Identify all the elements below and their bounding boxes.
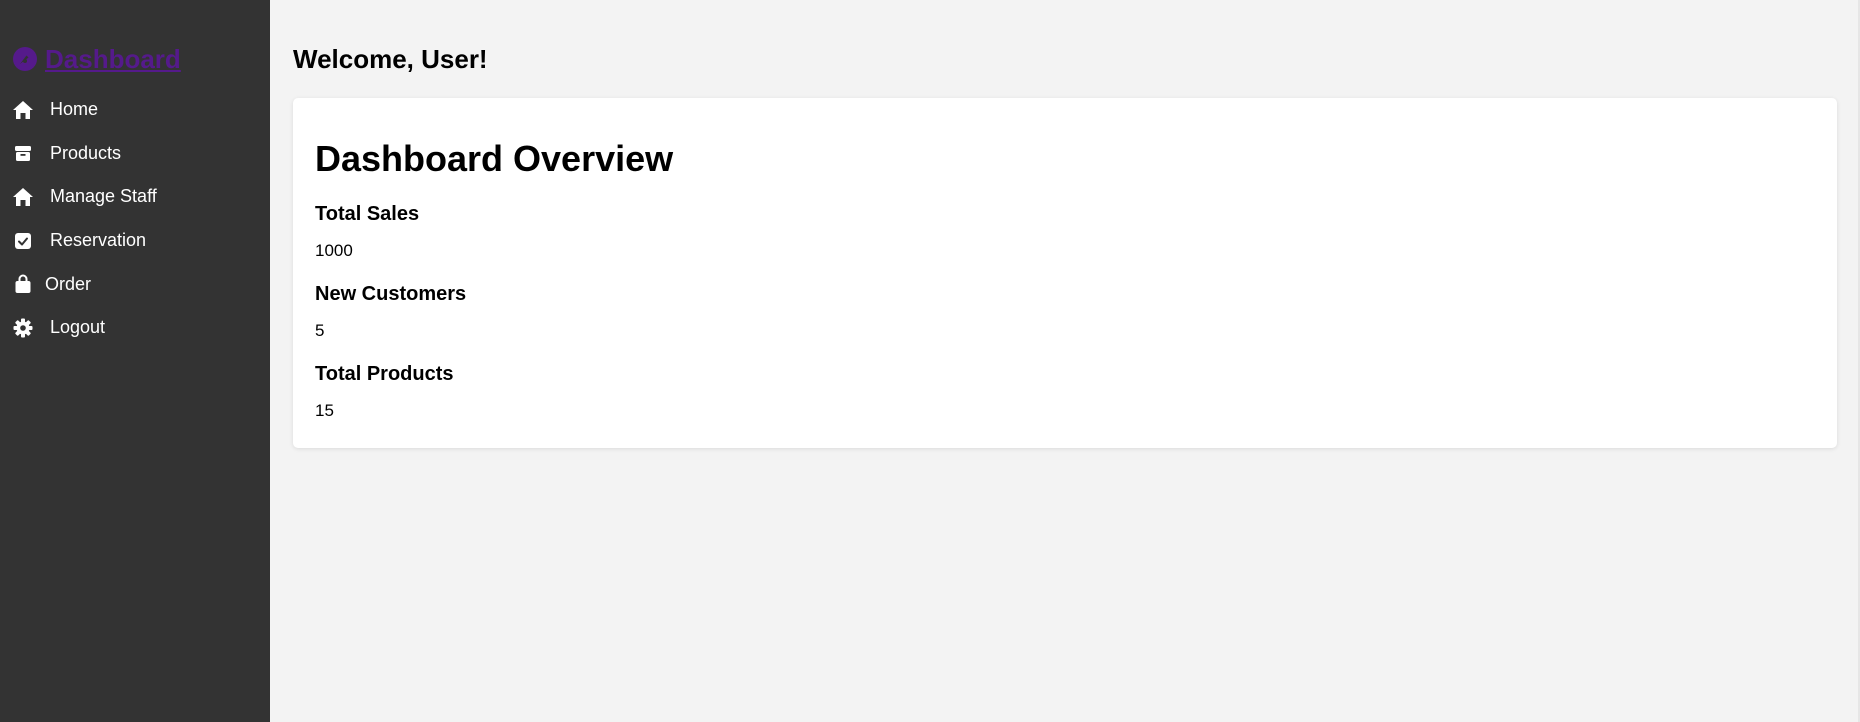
stat-title: Total Sales <box>315 203 420 225</box>
sidebar-item-products[interactable]: Products <box>0 132 270 176</box>
sidebar-item-logout[interactable]: Logout <box>0 306 270 350</box>
sidebar-item-order[interactable]: Order <box>0 262 270 306</box>
stat-title: Total Products <box>315 363 454 385</box>
app-layout: Dashboard Home Products Manage Staff Res… <box>0 0 1860 722</box>
main-content: Welcome, User! Dashboard Overview Total … <box>270 0 1860 722</box>
welcome-heading: Welcome, User! <box>293 44 488 74</box>
brand-link[interactable]: Dashboard <box>11 42 270 76</box>
stat-title: New Customers <box>315 283 467 305</box>
home-icon <box>12 99 34 121</box>
gauge-icon <box>11 45 39 73</box>
overview-card: Dashboard Overview Total Sales 1000 New … <box>293 98 1837 448</box>
sidebar-item-label: Logout <box>50 317 106 338</box>
shopping-bag-icon <box>12 273 34 295</box>
sidebar-item-label: Reservation <box>50 230 147 251</box>
stat-value: 5 <box>315 321 325 340</box>
sidebar-item-reservation[interactable]: Reservation <box>0 219 270 263</box>
sidebar-nav: Home Products Manage Staff Reservation O… <box>0 88 270 350</box>
sidebar-item-label: Manage Staff <box>50 186 157 207</box>
sidebar-item-label: Home <box>50 99 99 120</box>
sidebar-item-home[interactable]: Home <box>0 88 270 132</box>
check-square-icon <box>12 230 34 252</box>
sidebar: Dashboard Home Products Manage Staff Res… <box>0 0 270 722</box>
box-icon <box>12 142 34 164</box>
gear-icon <box>12 317 34 339</box>
stat-new-customers: New Customers 5 <box>315 282 1815 342</box>
stat-total-products: Total Products 15 <box>315 362 1815 422</box>
overview-title: Dashboard Overview <box>315 138 674 179</box>
stat-value: 15 <box>315 401 334 420</box>
brand-label: Dashboard <box>45 43 181 74</box>
home-icon <box>12 186 34 208</box>
sidebar-item-manage-staff[interactable]: Manage Staff <box>0 175 270 219</box>
stat-value: 1000 <box>315 241 353 260</box>
sidebar-item-label: Order <box>45 273 92 294</box>
stat-total-sales: Total Sales 1000 <box>315 202 1815 262</box>
sidebar-item-label: Products <box>50 142 122 163</box>
